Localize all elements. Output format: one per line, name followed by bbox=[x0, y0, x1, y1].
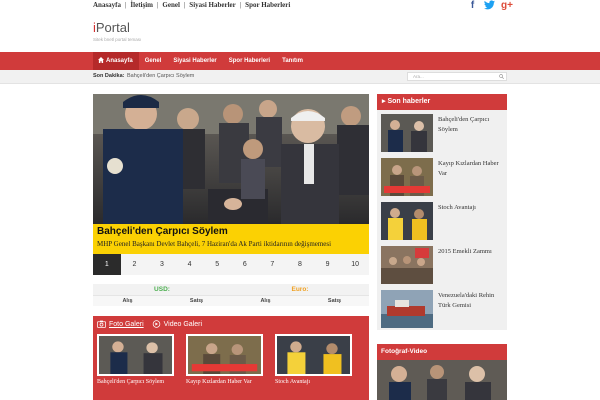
list-item[interactable]: Stoch Avantajı bbox=[381, 198, 503, 240]
gallery-caption[interactable]: Bahçeli'den Çarpıcı Söylem bbox=[97, 379, 174, 385]
gallery-widget: Foto Galeri Video Galeri Bahçeli'den Çar… bbox=[93, 316, 369, 400]
photo-video-header: Fotoğraf-Video bbox=[377, 344, 507, 360]
currency-widget: USD: Euro: Alış Satış Alış Satış bbox=[93, 284, 369, 306]
gallery-item[interactable]: Stoch Avantajı bbox=[275, 334, 352, 385]
latest-news-list: Bahçeli'den Çarpıcı Söylem Kayıp Kızlard… bbox=[377, 110, 507, 330]
nav-item-promo[interactable]: Tanıtım bbox=[276, 52, 309, 70]
list-item[interactable]: 2015 Emekli Zammı bbox=[381, 242, 503, 284]
pager-item[interactable]: 7 bbox=[259, 254, 287, 275]
news-thumb[interactable] bbox=[381, 202, 433, 240]
gallery-item[interactable]: Kayıp Kızlardan Haber Var bbox=[186, 334, 263, 385]
photo-video-image[interactable] bbox=[377, 360, 507, 400]
news-thumb[interactable] bbox=[381, 158, 433, 196]
pager-item[interactable]: 4 bbox=[176, 254, 204, 275]
pager-item[interactable]: 9 bbox=[314, 254, 342, 275]
news-title[interactable]: Stoch Avantajı bbox=[438, 203, 503, 213]
nav-item-sports[interactable]: Spor Haberleri bbox=[223, 52, 276, 70]
latest-news-header: ▸ Son haberler bbox=[377, 94, 507, 110]
list-item[interactable]: Venezuela'daki Rehin Türk Gemisi bbox=[381, 286, 503, 328]
news-thumb[interactable] bbox=[381, 114, 433, 152]
slide-image[interactable] bbox=[93, 94, 369, 224]
facebook-icon[interactable]: f bbox=[467, 0, 478, 11]
home-icon bbox=[98, 57, 104, 63]
search-icon[interactable] bbox=[499, 74, 504, 79]
headline-slider[interactable]: Bahçeli'den Çarpıcı Söylem MHP Genel Baş… bbox=[93, 94, 369, 254]
news-title[interactable]: Venezuela'daki Rehin Türk Gemisi bbox=[438, 291, 503, 311]
euro-buy-label: Alış bbox=[260, 298, 271, 304]
pager-item[interactable]: 2 bbox=[121, 254, 149, 275]
tab-video-gallery[interactable]: Video Galeri bbox=[152, 320, 202, 328]
news-title[interactable]: Bahçeli'den Çarpıcı Söylem bbox=[438, 115, 503, 135]
usd-label: USD: bbox=[154, 286, 170, 293]
news-title[interactable]: Kayıp Kızlardan Haber Var bbox=[438, 159, 503, 179]
nav-item-home[interactable]: Anasayfa bbox=[93, 52, 139, 70]
pager-item[interactable]: 8 bbox=[286, 254, 314, 275]
toplink-general[interactable]: Genel bbox=[162, 1, 180, 9]
camera-icon bbox=[97, 320, 106, 328]
site-tagline: Sitek bnetl portal teması bbox=[93, 37, 142, 42]
pager-item[interactable]: 3 bbox=[148, 254, 176, 275]
toplink-sports[interactable]: Spor Haberleri bbox=[245, 1, 290, 9]
breaking-headline[interactable]: Bahçeli'den Çarpıcı Söylem bbox=[127, 73, 194, 79]
slide-description: MHP Genel Başkanı Devlet Bahçeli, 7 Hazi… bbox=[97, 240, 332, 248]
main-nav: Anasayfa Genel Siyasi Haberler Spor Habe… bbox=[0, 52, 600, 70]
googleplus-icon[interactable]: g+ bbox=[501, 0, 513, 11]
nav-item-politics[interactable]: Siyasi Haberler bbox=[167, 52, 222, 70]
pager-item[interactable]: 5 bbox=[203, 254, 231, 275]
list-item[interactable]: Kayıp Kızlardan Haber Var bbox=[381, 154, 503, 196]
video-icon bbox=[152, 320, 160, 328]
breaking-news-bar: Son Dakika: Bahçeli'den Çarpıcı Söylem A… bbox=[0, 70, 600, 84]
gallery-caption[interactable]: Stoch Avantajı bbox=[275, 379, 352, 385]
gallery-item[interactable]: Bahçeli'den Çarpıcı Söylem bbox=[97, 334, 174, 385]
breaking-label: Son Dakika: bbox=[93, 73, 125, 79]
top-bar: Anasayfa | İletişim | Genel | Siyasi Haberl… bbox=[0, 0, 600, 13]
search-input[interactable]: Ara... bbox=[407, 72, 507, 81]
social-links: f g+ bbox=[467, 0, 513, 11]
slide-title[interactable]: Bahçeli'den Çarpıcı Söylem bbox=[97, 226, 228, 237]
news-thumb[interactable] bbox=[381, 290, 433, 328]
toplink-contact[interactable]: İletişim bbox=[130, 1, 153, 9]
news-thumb[interactable] bbox=[381, 246, 433, 284]
gallery-thumb[interactable] bbox=[97, 334, 174, 376]
news-title[interactable]: 2015 Emekli Zammı bbox=[438, 247, 503, 257]
twitter-icon[interactable] bbox=[484, 0, 495, 11]
toplink-politics[interactable]: Siyasi Haberler bbox=[189, 1, 235, 9]
slide-caption[interactable]: Bahçeli'den Çarpıcı Söylem MHP Genel Baş… bbox=[93, 224, 369, 254]
usd-sell-label: Satış bbox=[189, 298, 204, 304]
pager-item[interactable]: 10 bbox=[341, 254, 369, 275]
pager-item[interactable]: 6 bbox=[231, 254, 259, 275]
gallery-thumb[interactable] bbox=[186, 334, 263, 376]
gallery-caption[interactable]: Kayıp Kızlardan Haber Var bbox=[186, 379, 263, 385]
slider-pager: 1 2 3 4 5 6 7 8 9 10 bbox=[93, 254, 369, 275]
toplink-home[interactable]: Anasayfa bbox=[93, 1, 121, 9]
euro-sell-label: Satış bbox=[327, 298, 342, 304]
top-links: Anasayfa | İletişim | Genel | Siyasi Haberl… bbox=[93, 1, 291, 9]
list-item[interactable]: Bahçeli'den Çarpıcı Söylem bbox=[381, 110, 503, 152]
tab-photo-gallery[interactable]: Foto Galeri bbox=[97, 320, 144, 328]
nav-item-general[interactable]: Genel bbox=[139, 52, 168, 70]
gallery-thumb[interactable] bbox=[275, 334, 352, 376]
pager-item[interactable]: 1 bbox=[93, 254, 121, 275]
site-logo[interactable]: iPortal bbox=[93, 20, 130, 35]
usd-buy-label: Alış bbox=[122, 298, 133, 304]
euro-label: Euro: bbox=[291, 286, 309, 293]
